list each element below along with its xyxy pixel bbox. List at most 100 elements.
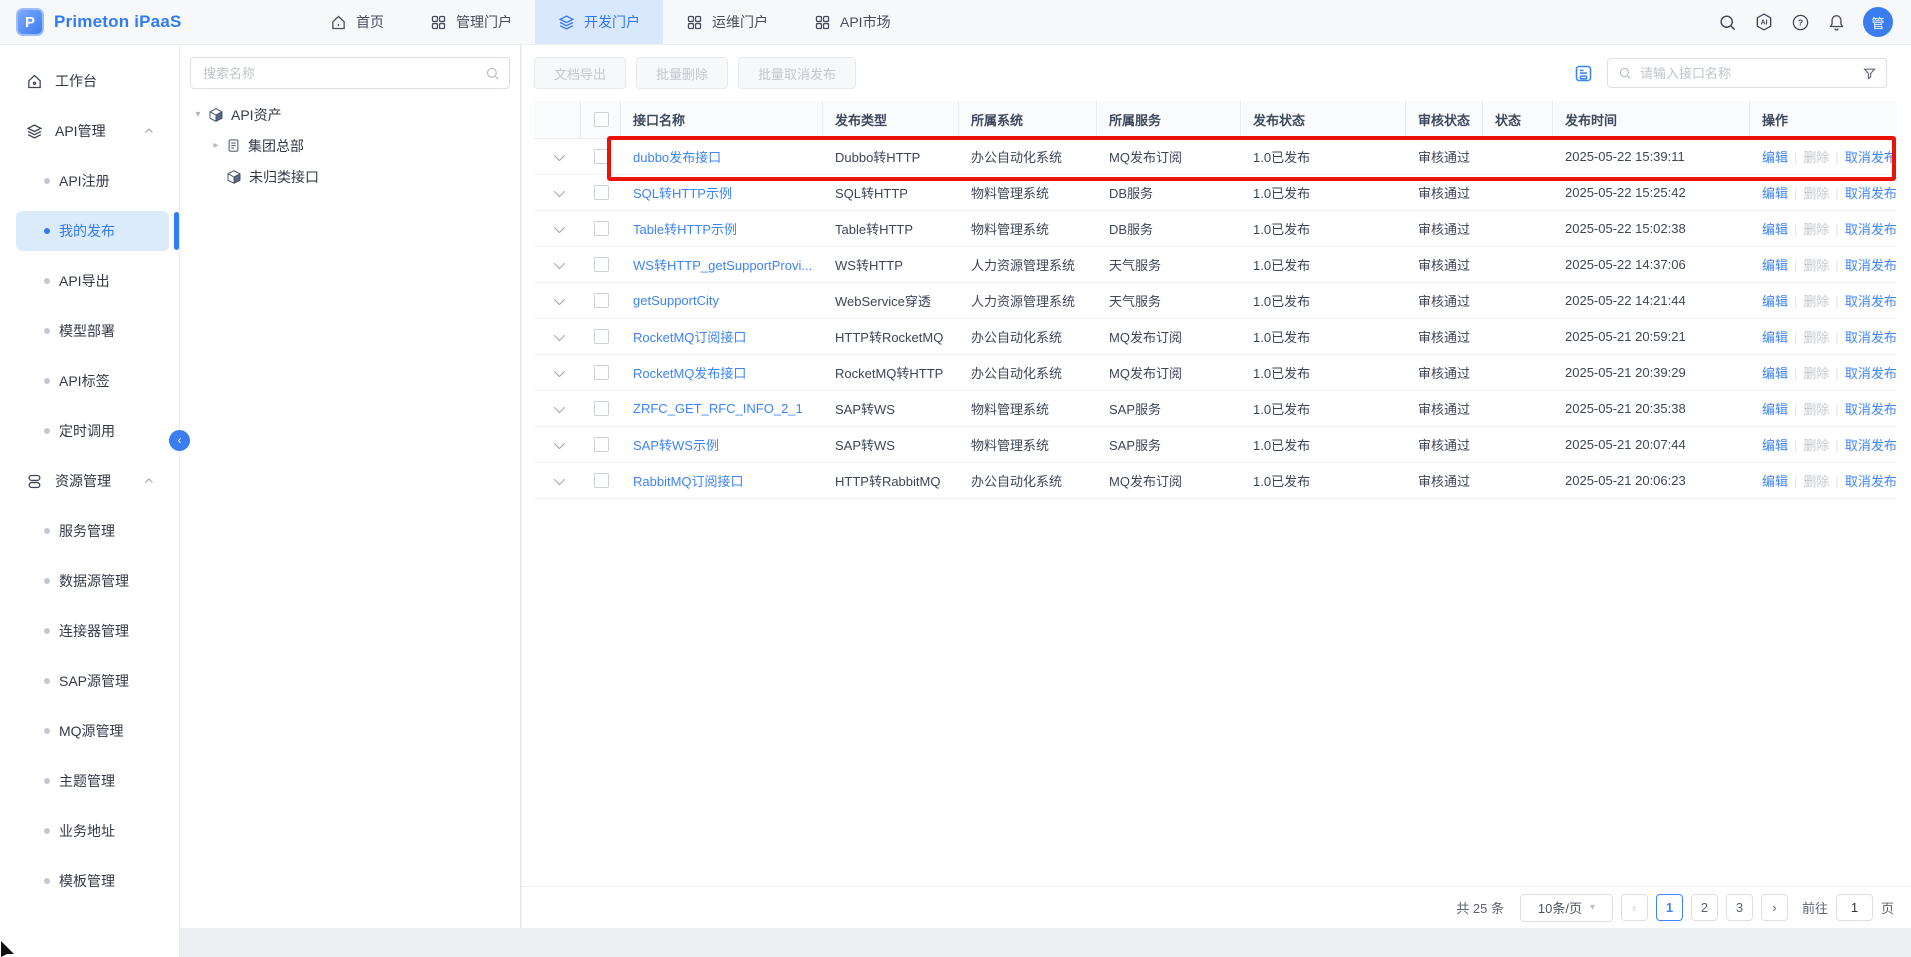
row-checkbox[interactable] <box>593 257 609 272</box>
chevron-down-icon[interactable] <box>553 404 565 413</box>
chevron-down-icon[interactable] <box>553 332 565 341</box>
row-action-2[interactable]: 取消发布 <box>1845 294 1897 309</box>
row-action-0[interactable]: 编辑 <box>1762 258 1788 273</box>
sidebar-item-2[interactable]: API注册 <box>16 161 169 201</box>
tree-node-2[interactable]: 未归类接口 <box>190 161 510 192</box>
row-action-1[interactable]: 删除 <box>1803 438 1829 453</box>
sidebar-item-5[interactable]: 模型部署 <box>16 311 169 351</box>
sidebar-item-13[interactable]: MQ源管理 <box>16 711 169 751</box>
page-button-2[interactable]: 2 <box>1690 894 1718 921</box>
sidebar-item-1[interactable]: API管理 <box>16 111 169 151</box>
interface-name-link[interactable]: getSupportCity <box>633 293 719 308</box>
sidebar-item-12[interactable]: SAP源管理 <box>16 661 169 701</box>
row-action-0[interactable]: 编辑 <box>1762 222 1788 237</box>
row-checkbox[interactable] <box>593 329 609 344</box>
select-all-checkbox[interactable] <box>593 112 609 127</box>
sidebar-item-10[interactable]: 数据源管理 <box>16 561 169 601</box>
row-action-1[interactable]: 删除 <box>1803 294 1829 309</box>
page-button-1[interactable]: 1 <box>1655 894 1683 921</box>
chevron-up-icon[interactable] <box>143 475 155 487</box>
tree-search-input[interactable] <box>191 65 509 81</box>
row-action-0[interactable]: 编辑 <box>1762 366 1788 381</box>
nav-item-2[interactable]: 开发门户 <box>535 0 663 44</box>
chevron-down-icon[interactable] <box>553 188 565 197</box>
row-checkbox[interactable] <box>593 401 609 416</box>
row-action-0[interactable]: 编辑 <box>1762 294 1788 309</box>
toolbar-button-0[interactable]: 文档导出 <box>534 57 627 89</box>
row-action-1[interactable]: 删除 <box>1803 330 1829 345</box>
row-action-2[interactable]: 取消发布 <box>1845 402 1897 417</box>
row-action-1[interactable]: 删除 <box>1803 366 1829 381</box>
nav-item-3[interactable]: 运维门户 <box>663 0 791 44</box>
interface-name-link[interactable]: Table转HTTP示例 <box>633 222 737 237</box>
row-action-0[interactable]: 编辑 <box>1762 330 1788 345</box>
sidebar-item-9[interactable]: 服务管理 <box>16 511 169 551</box>
tree-node-0[interactable]: ▾ API资产 <box>190 99 510 130</box>
tree-node-1[interactable]: ▸ 集团总部 <box>190 130 510 161</box>
row-action-0[interactable]: 编辑 <box>1762 186 1788 201</box>
brand[interactable]: P Primeton iPaaS <box>0 8 245 36</box>
ai-assistant-icon[interactable]: AI <box>1754 12 1774 32</box>
tree-caret-down-icon[interactable]: ▾ <box>190 109 206 120</box>
row-checkbox[interactable] <box>593 185 609 200</box>
row-action-0[interactable]: 编辑 <box>1762 474 1788 489</box>
page-button-3[interactable]: 3 <box>1725 894 1753 921</box>
row-action-2[interactable]: 取消发布 <box>1845 186 1897 201</box>
interface-search-input[interactable] <box>1640 65 1854 81</box>
row-action-0[interactable]: 编辑 <box>1762 438 1788 453</box>
search-icon[interactable] <box>1718 13 1737 32</box>
row-action-2[interactable]: 取消发布 <box>1845 150 1897 165</box>
row-checkbox[interactable] <box>593 293 609 308</box>
row-action-2[interactable]: 取消发布 <box>1845 438 1897 453</box>
chevron-down-icon[interactable] <box>553 224 565 233</box>
sidebar-item-8[interactable]: 资源管理 <box>16 461 169 501</box>
nav-item-4[interactable]: API市场 <box>791 0 914 44</box>
filter-funnel-icon[interactable] <box>1862 66 1877 81</box>
notification-bell-icon[interactable] <box>1827 13 1846 32</box>
toolbar-button-1[interactable]: 批量删除 <box>636 57 729 89</box>
row-action-1[interactable]: 删除 <box>1803 222 1829 237</box>
sidebar-item-15[interactable]: 业务地址 <box>16 811 169 851</box>
prev-page-button[interactable]: ‹ <box>1620 894 1648 921</box>
interface-name-link[interactable]: SQL转HTTP示例 <box>633 186 732 201</box>
interface-name-link[interactable]: RabbitMQ订阅接口 <box>633 474 744 489</box>
toolbar-button-2[interactable]: 批量取消发布 <box>738 57 857 89</box>
row-action-2[interactable]: 取消发布 <box>1845 330 1897 345</box>
row-action-2[interactable]: 取消发布 <box>1845 366 1897 381</box>
row-checkbox[interactable] <box>593 149 609 164</box>
sidebar-collapse-button[interactable]: ‹ <box>169 430 190 451</box>
chevron-down-icon[interactable] <box>553 440 565 449</box>
row-action-1[interactable]: 删除 <box>1803 402 1829 417</box>
row-action-1[interactable]: 删除 <box>1803 186 1829 201</box>
tree-caret-right-icon[interactable]: ▸ <box>208 140 224 151</box>
row-action-1[interactable]: 删除 <box>1803 258 1829 273</box>
chevron-down-icon[interactable] <box>553 368 565 377</box>
row-checkbox[interactable] <box>593 437 609 452</box>
interface-name-link[interactable]: RocketMQ发布接口 <box>633 366 746 381</box>
sidebar-item-0[interactable]: 工作台 <box>16 61 169 101</box>
interface-name-link[interactable]: dubbo发布接口 <box>633 150 721 165</box>
row-action-2[interactable]: 取消发布 <box>1845 222 1897 237</box>
row-action-2[interactable]: 取消发布 <box>1845 258 1897 273</box>
next-page-button[interactable]: › <box>1760 894 1788 921</box>
interface-name-link[interactable]: SAP转WS示例 <box>633 438 719 453</box>
sidebar-item-16[interactable]: 模板管理 <box>16 861 169 901</box>
sidebar-item-7[interactable]: 定时调用 <box>16 411 169 451</box>
export-record-icon[interactable] <box>1573 63 1594 84</box>
sidebar-item-4[interactable]: API导出 <box>16 261 169 301</box>
row-action-0[interactable]: 编辑 <box>1762 150 1788 165</box>
row-action-2[interactable]: 取消发布 <box>1845 474 1897 489</box>
sidebar-item-3[interactable]: 我的发布 <box>16 211 179 251</box>
row-checkbox[interactable] <box>593 365 609 380</box>
nav-item-0[interactable]: 首页 <box>307 0 407 44</box>
help-icon[interactable]: ? <box>1791 13 1810 32</box>
row-action-0[interactable]: 编辑 <box>1762 402 1788 417</box>
row-checkbox[interactable] <box>593 221 609 236</box>
sidebar-item-6[interactable]: API标签 <box>16 361 169 401</box>
interface-name-link[interactable]: ZRFC_GET_RFC_INFO_2_1 <box>633 401 803 416</box>
row-checkbox[interactable] <box>593 473 609 488</box>
interface-name-link[interactable]: WS转HTTP_getSupportProvi... <box>633 258 812 273</box>
chevron-down-icon[interactable] <box>553 152 565 161</box>
row-action-1[interactable]: 删除 <box>1803 474 1829 489</box>
goto-page-input[interactable] <box>1835 894 1873 921</box>
